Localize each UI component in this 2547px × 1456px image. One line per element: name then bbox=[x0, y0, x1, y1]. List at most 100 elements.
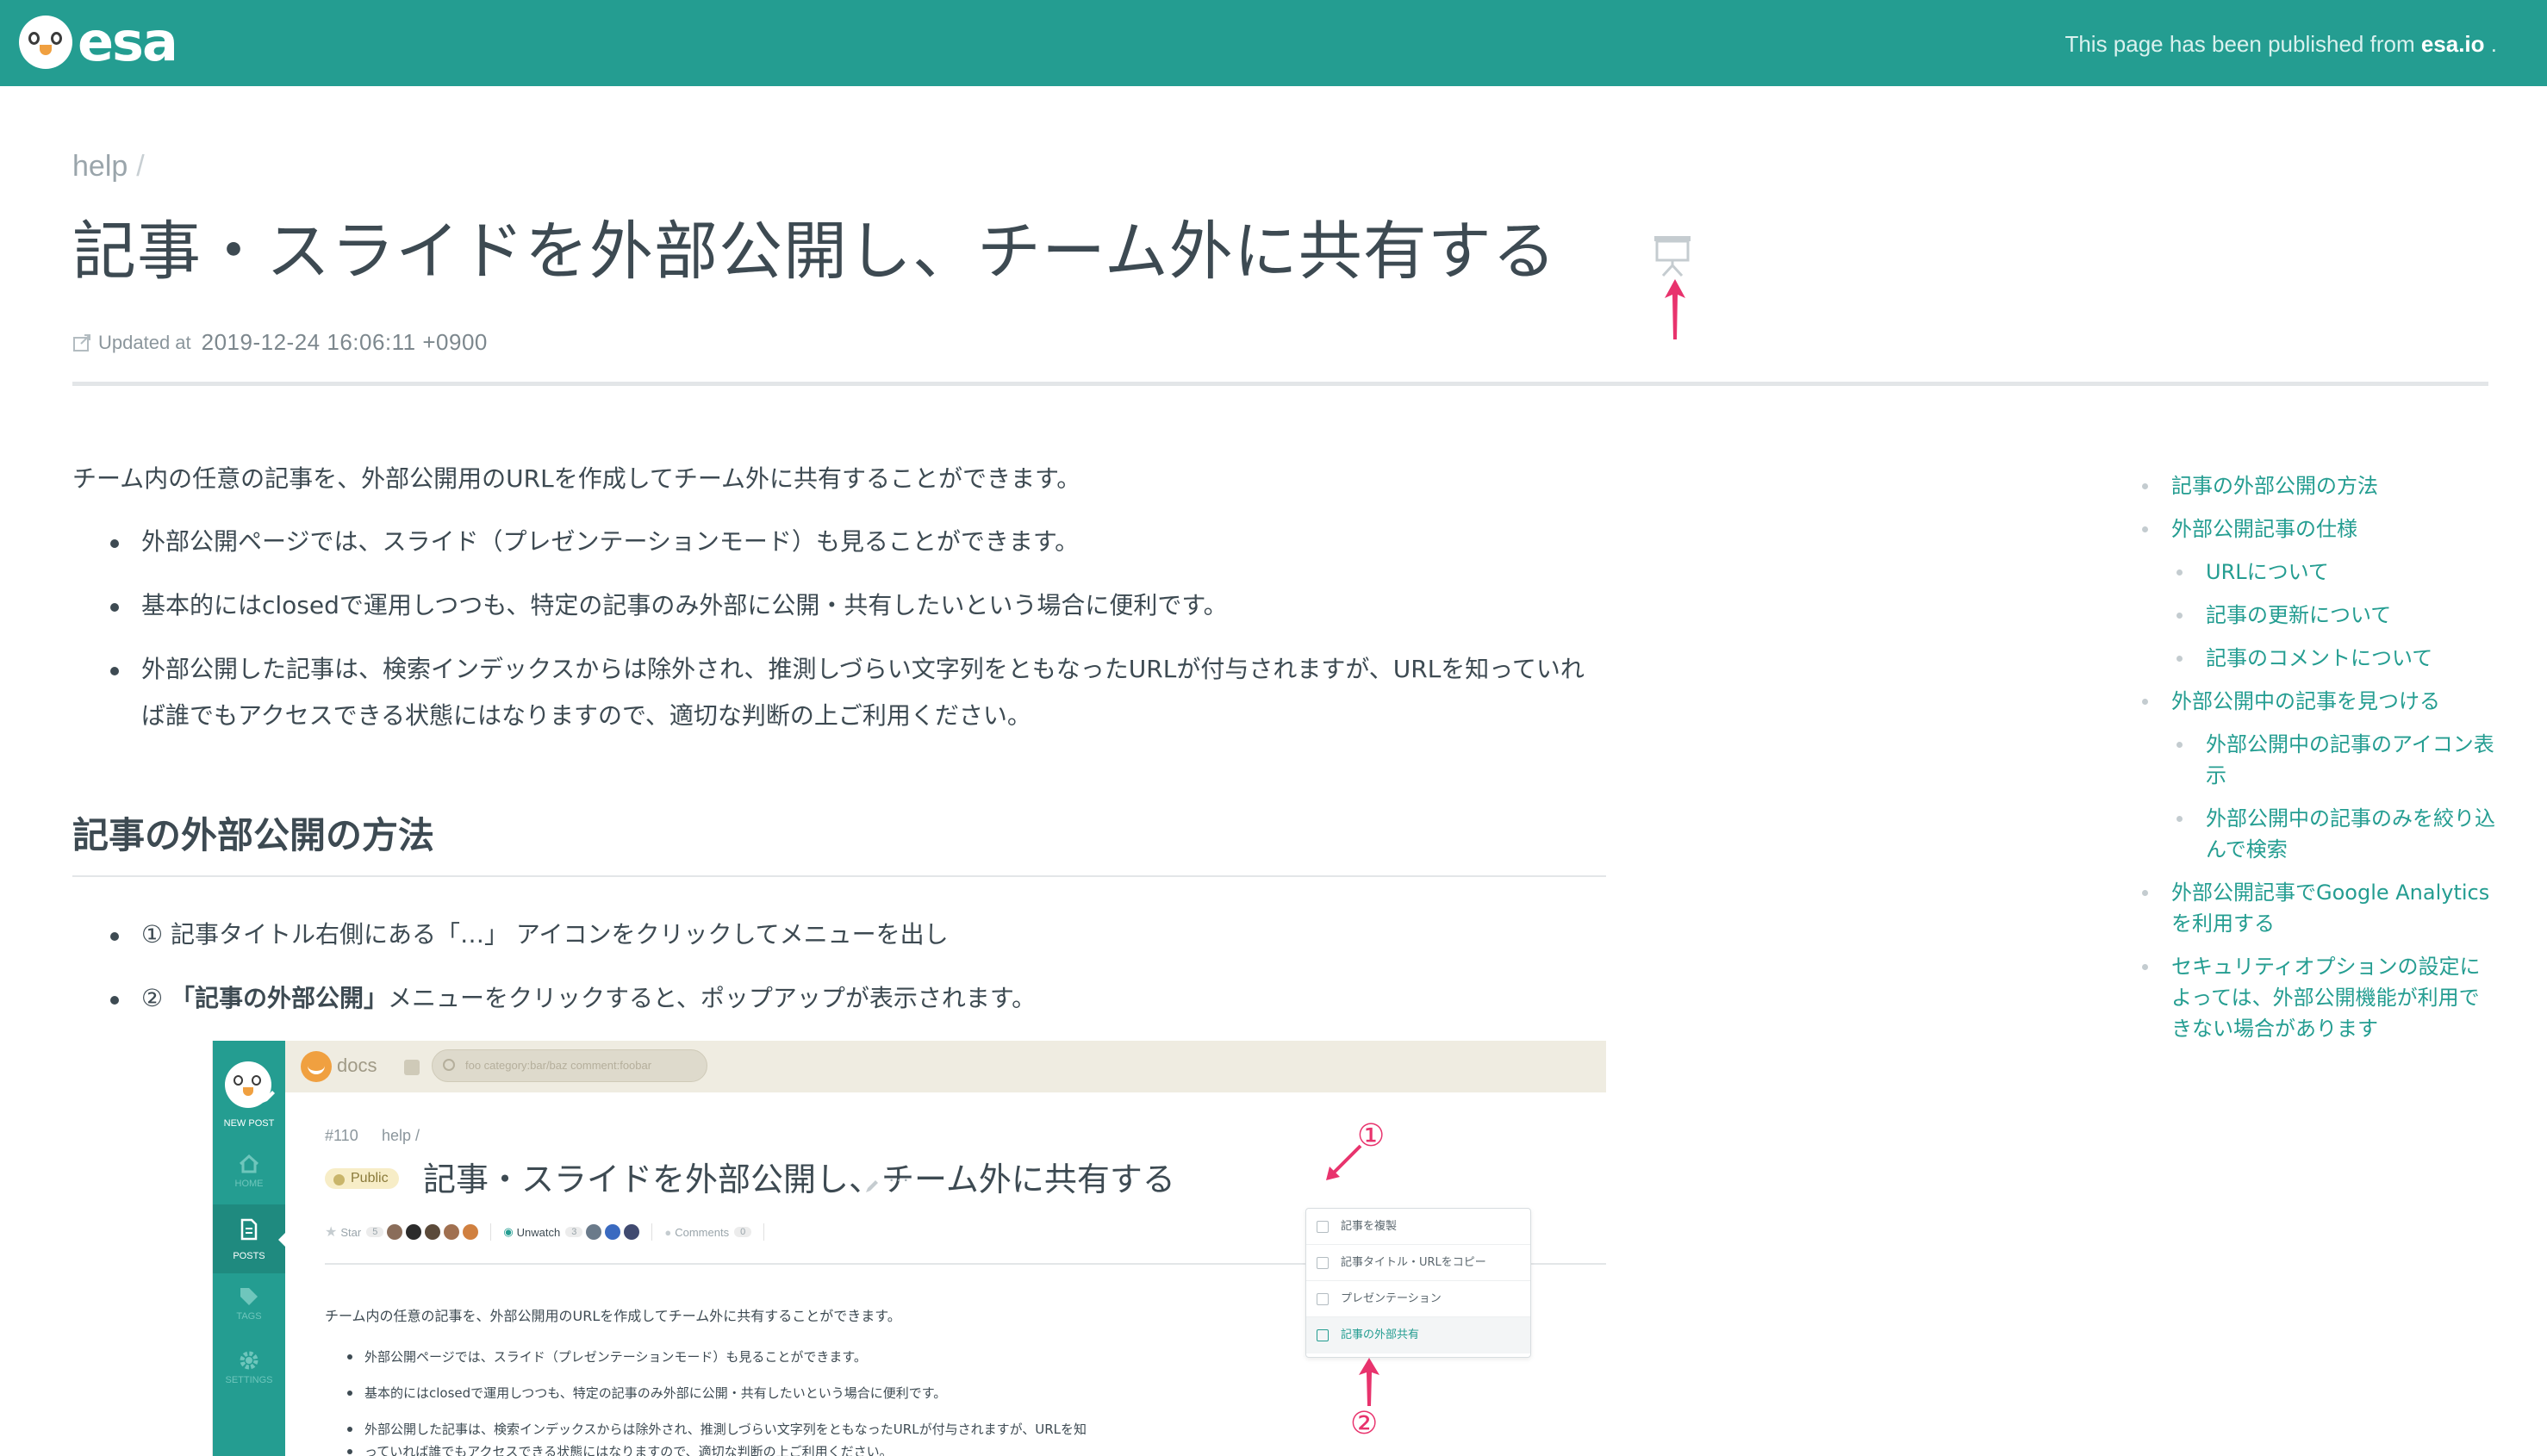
updated-at: Updated at 2019-12-24 16:06:11 +0900 bbox=[72, 329, 488, 356]
unwatch-label: Unwatch bbox=[516, 1225, 561, 1239]
avatar bbox=[586, 1224, 602, 1240]
screenshot-intro: チーム内の任意の記事を、外部公開用のURLを作成してチーム外に共有することができ… bbox=[325, 1308, 901, 1324]
toc-link[interactable]: 外部公開中の記事のアイコン表示 bbox=[2142, 729, 2495, 791]
esa-logo[interactable]: esa bbox=[19, 10, 178, 73]
list-item: ② 「記事の外部公開」メニューをクリックすると、ポップアップが表示されます。 bbox=[72, 975, 1606, 1022]
annotation-number-2: ② bbox=[1350, 1406, 1379, 1441]
avatar bbox=[605, 1224, 621, 1240]
comments-count: 0 bbox=[734, 1227, 752, 1237]
avatar bbox=[624, 1224, 640, 1240]
eye-icon: ◉ bbox=[503, 1225, 514, 1238]
tag-icon bbox=[240, 1288, 258, 1305]
star-label: Star bbox=[340, 1225, 362, 1239]
presentation-icon[interactable] bbox=[1653, 233, 1692, 277]
toc-link[interactable]: セキュリティオプションの設定によっては、外部公開機能が利用できない場合があります bbox=[2142, 951, 2495, 1044]
team-logo-icon bbox=[301, 1051, 332, 1082]
menu-item-presentation: プレゼンテーション bbox=[1306, 1281, 1530, 1317]
meta-divider bbox=[490, 1223, 492, 1241]
screenshot-post-title: 記事・スライドを外部公開し、チーム外に共有する bbox=[423, 1160, 1175, 1198]
search-input: foo category:bar/baz comment:foobar bbox=[432, 1049, 707, 1082]
updated-timestamp: 2019-12-24 16:06:11 +0900 bbox=[201, 329, 488, 355]
list-item-continued: っていれば誰でもアクセスできる状態にはなりますので、適切な判断の上ご利用ください… bbox=[347, 1442, 893, 1456]
menu-item-external-share: 記事の外部共有 bbox=[1306, 1317, 1530, 1353]
star-count: 5 bbox=[366, 1227, 384, 1237]
unwatch-count: 3 bbox=[565, 1227, 583, 1237]
sidebar-new-post-label: NEW POST bbox=[223, 1118, 275, 1129]
screenshot-header: docs foo category:bar/baz comment:foobar bbox=[285, 1041, 1606, 1092]
step-text: ① 記事タイトル右側にある「…」 アイコンをクリックしてメニューを出し bbox=[141, 920, 949, 949]
public-badge: Public bbox=[325, 1168, 399, 1189]
steps-list: ① 記事タイトル右側にある「…」 アイコンをクリックしてメニューを出し ② 「記… bbox=[72, 912, 1606, 1039]
avatar bbox=[406, 1224, 422, 1240]
sidebar-home-label: HOME bbox=[234, 1179, 264, 1189]
menu-label: 記事を複製 bbox=[1341, 1220, 1398, 1233]
team-dropdown-icon bbox=[404, 1060, 420, 1075]
published-suffix: . bbox=[2484, 31, 2497, 57]
post-meta-bar: ★ Star 5 ◉ Unwatch 3 ● Comments 0 bbox=[325, 1223, 776, 1241]
share-icon bbox=[1317, 1329, 1329, 1341]
comments-icon: ● bbox=[664, 1225, 672, 1239]
pencil-icon bbox=[866, 1180, 878, 1192]
sidebar-posts-label: POSTS bbox=[233, 1251, 265, 1261]
esa-bird-icon bbox=[19, 16, 72, 69]
sidebar-active-notch bbox=[278, 1232, 286, 1248]
toc-link[interactable]: 外部公開記事でGoogle Analyticsを利用する bbox=[2142, 877, 2495, 939]
menu-item-copy-url: 記事タイトル・URLをコピー bbox=[1306, 1245, 1530, 1281]
step-text: ② bbox=[141, 984, 171, 1012]
list-item: 外部公開ページでは、スライド（プレゼンテーションモード）も見ることができます。 bbox=[72, 519, 1606, 565]
sidebar-settings-label: SETTINGS bbox=[225, 1375, 273, 1385]
section-divider bbox=[72, 875, 1606, 877]
title-divider bbox=[72, 382, 2488, 386]
menu-item-duplicate: 記事を複製 bbox=[1306, 1209, 1530, 1245]
post-action-menu: 記事を複製 記事タイトル・URLをコピー プレゼンテーション 記事の外部共有 bbox=[1305, 1208, 1531, 1358]
annotation-arrow-icon bbox=[1665, 279, 1685, 339]
list-item: 外部公開した記事は、検索インデックスからは除外され、推測しづらい文字列をともなっ… bbox=[346, 1422, 1087, 1437]
updated-icon bbox=[73, 333, 90, 352]
avatar bbox=[444, 1224, 460, 1240]
search-placeholder: foo category:bar/baz comment:foobar bbox=[465, 1059, 652, 1072]
avatar bbox=[463, 1224, 479, 1240]
published-prefix: This page has been published from bbox=[2064, 31, 2421, 57]
toc-link[interactable]: 記事の更新について bbox=[2142, 600, 2495, 631]
embedded-screenshot: NEW POST HOME POSTS TAGS SETTINGS docs f… bbox=[212, 1041, 1606, 1456]
top-bar: esa This page has been published from es… bbox=[0, 0, 2547, 86]
section-heading: 記事の外部公開の方法 bbox=[72, 814, 435, 856]
copy-icon bbox=[1317, 1257, 1329, 1269]
breadcrumb-separator: / bbox=[136, 150, 145, 183]
breadcrumb-category[interactable]: help bbox=[72, 150, 128, 183]
updated-label: Updated at bbox=[98, 331, 191, 353]
step-bold-text: 「記事の外部公開」 bbox=[171, 984, 389, 1012]
home-icon bbox=[239, 1154, 259, 1173]
toc-link[interactable]: 外部公開中の記事を見つける bbox=[2142, 686, 2495, 717]
intro-bullet-list: 外部公開ページでは、スライド（プレゼンテーションモード）も見ることができます。 … bbox=[72, 519, 1606, 739]
list-item: 外部公開した記事は、検索インデックスからは除外され、推測しづらい文字列をともなっ… bbox=[72, 646, 1606, 739]
published-site-link[interactable]: esa.io bbox=[2421, 31, 2485, 57]
logo-text: esa bbox=[78, 10, 178, 73]
star-icon: ★ bbox=[325, 1225, 338, 1240]
meta-divider bbox=[651, 1223, 653, 1241]
screenshot-sidebar: NEW POST HOME POSTS TAGS SETTINGS bbox=[213, 1041, 286, 1456]
meta-divider bbox=[763, 1223, 765, 1241]
step-text: メニューをクリックすると、ポップアップが表示されます。 bbox=[388, 984, 1037, 1012]
search-icon bbox=[443, 1059, 455, 1071]
toc-link[interactable]: 外部公開記事の仕様 bbox=[2142, 513, 2495, 544]
toc-link[interactable]: 記事のコメントについて bbox=[2142, 643, 2495, 674]
post-number: #110 bbox=[325, 1127, 358, 1144]
post-category: help / bbox=[382, 1127, 420, 1144]
toc-link[interactable]: 外部公開中の記事のみを絞り込んで検索 bbox=[2142, 803, 2495, 865]
list-item: ① 記事タイトル右側にある「…」 アイコンをクリックしてメニューを出し bbox=[72, 912, 1606, 958]
avatar bbox=[425, 1224, 441, 1240]
gear-icon bbox=[240, 1351, 258, 1370]
annotation-arrow-icon bbox=[1359, 1358, 1379, 1406]
toc-link[interactable]: 記事の外部公開の方法 bbox=[2142, 470, 2495, 501]
pencil-icon bbox=[263, 1091, 275, 1103]
duplicate-icon bbox=[1317, 1221, 1329, 1233]
menu-label: プレゼンテーション bbox=[1341, 1292, 1442, 1305]
post-body: チーム内の任意の記事を、外部公開用のURLを作成してチーム外に共有することができ… bbox=[72, 457, 1606, 756]
table-of-contents: 記事の外部公開の方法 外部公開記事の仕様 URLについて 記事の更新について 記… bbox=[2142, 470, 2495, 1056]
presentation-icon bbox=[1317, 1293, 1329, 1305]
toc-link[interactable]: URLについて bbox=[2142, 557, 2495, 588]
annotation-arrow-icon bbox=[1326, 1144, 1362, 1180]
sidebar-tags-label: TAGS bbox=[236, 1311, 262, 1322]
breadcrumb: help / bbox=[72, 150, 145, 184]
